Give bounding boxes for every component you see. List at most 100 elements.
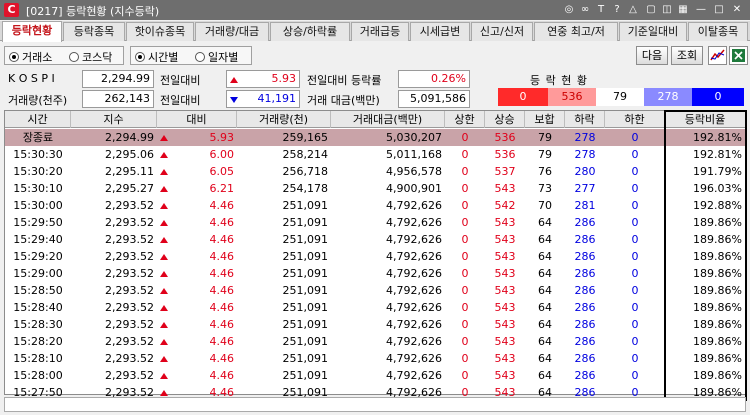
table-row[interactable]: 15:29:00 2,293.52 4.46 251,091 4,792,626 0 543… xyxy=(5,265,745,282)
cell-ratio: 192.81% xyxy=(693,131,742,144)
table-row[interactable]: 15:29:20 2,293.52 4.46 251,091 4,792,626 0 543… xyxy=(5,248,745,265)
cell-ratio: 189.86% xyxy=(693,369,742,382)
cell-volume: 251,091 xyxy=(282,369,329,382)
cell-flat: 64 xyxy=(538,233,552,246)
tab-deviation[interactable]: 이탈종목 xyxy=(688,22,748,41)
cell-time: 15:28:00 xyxy=(13,369,63,382)
header-fall[interactable]: 하락 xyxy=(565,111,605,128)
change-label-1: 전일대비 xyxy=(160,74,201,87)
cell-volume: 251,091 xyxy=(282,335,329,348)
table-row[interactable]: 15:30:30 2,295.06 6.00 258,214 5,011,168 0 536… xyxy=(5,146,745,163)
header-flat[interactable]: 보합 xyxy=(525,111,565,128)
pin-icon[interactable]: △ xyxy=(626,3,640,17)
cell-amount: 4,792,626 xyxy=(386,233,442,246)
header-ratio[interactable]: 등락비율 xyxy=(665,111,745,128)
maximize-icon[interactable]: □ xyxy=(712,3,726,17)
header-volume[interactable]: 거래량(천) xyxy=(237,111,331,128)
cell-time: 15:30:30 xyxy=(13,148,63,161)
tab-volume-surge[interactable]: 거래급등 xyxy=(351,22,409,41)
table-row[interactable]: 15:29:50 2,293.52 4.46 251,091 4,792,626 0 543… xyxy=(5,214,745,231)
cell-ratio: 189.86% xyxy=(693,267,742,280)
close-icon[interactable]: ✕ xyxy=(730,3,744,17)
dist-flat: 79 xyxy=(596,88,644,106)
cell-lower: 0 xyxy=(631,216,639,229)
header-rise[interactable]: 상승 xyxy=(485,111,525,128)
tab-status[interactable]: 등락현황 xyxy=(2,21,62,42)
table-row[interactable]: 15:28:30 2,293.52 4.46 251,091 4,792,626 0 543… xyxy=(5,316,745,333)
cell-ratio: 192.81% xyxy=(693,148,742,161)
cell-lower: 0 xyxy=(631,199,639,212)
cell-fall: 286 xyxy=(574,284,596,297)
cell-time: 15:30:10 xyxy=(13,182,63,195)
cell-fall: 278 xyxy=(574,148,596,161)
title-bar[interactable]: C [0217] 등락현황 (지수등락) ◎ ∞ T ? △ ▢ ◫ ▦ — □… xyxy=(0,0,750,20)
layout-icon[interactable]: ▦ xyxy=(676,3,690,17)
link-icon[interactable]: ∞ xyxy=(578,3,592,17)
excel-icon[interactable] xyxy=(729,46,748,65)
header-lower[interactable]: 하한 xyxy=(605,111,665,128)
header-change[interactable]: 대비 xyxy=(157,111,237,128)
cell-time: 15:28:20 xyxy=(13,335,63,348)
cell-rise: 536 xyxy=(494,148,516,161)
time-table[interactable]: 시간 지수 대비 거래량(천) 거래대금(백만) 상한 상승 보합 하락 하한 … xyxy=(4,110,746,399)
table-row[interactable]: 15:30:00 2,293.52 4.46 251,091 4,792,626 0 542… xyxy=(5,197,745,214)
tab-stocks[interactable]: 등락종목 xyxy=(63,22,125,41)
cell-flat: 64 xyxy=(538,352,552,365)
headset-icon[interactable]: ◎ xyxy=(562,3,576,17)
tab-hot-issue[interactable]: 핫이슈종목 xyxy=(126,22,194,41)
cell-upper: 0 xyxy=(461,250,469,263)
cell-fall: 281 xyxy=(574,199,596,212)
cell-upper: 0 xyxy=(461,267,469,280)
table-row[interactable]: 15:28:10 2,293.52 4.46 251,091 4,792,626 0 543… xyxy=(5,350,745,367)
table-row[interactable]: 15:28:40 2,293.52 4.46 251,091 4,792,626 0 543… xyxy=(5,299,745,316)
radio-dot-icon xyxy=(195,52,205,62)
cell-rise: 536 xyxy=(494,131,516,144)
cell-rise: 537 xyxy=(494,165,516,178)
cell-time: 장종료 xyxy=(22,131,54,144)
help-icon[interactable]: ? xyxy=(610,3,624,17)
radio-kosdaq[interactable]: 코스닥 xyxy=(69,49,112,65)
table-row[interactable]: 15:28:20 2,293.52 4.46 251,091 4,792,626 0 543… xyxy=(5,333,745,350)
table-row[interactable]: 장종료 2,294.99 5.93 259,165 5,030,207 0 536 79 278… xyxy=(5,129,745,146)
radio-exchange[interactable]: 거래소 xyxy=(9,49,52,65)
next-button[interactable]: 다음 xyxy=(636,46,668,65)
radio-by-date[interactable]: 일자별 xyxy=(195,49,238,65)
chart-icon[interactable] xyxy=(708,46,727,65)
radio-dot-icon xyxy=(135,52,145,62)
query-button[interactable]: 조회 xyxy=(671,46,703,65)
cell-lower: 0 xyxy=(631,335,639,348)
minimize-icon[interactable]: — xyxy=(694,3,708,17)
dist-rise: 536 xyxy=(548,88,596,106)
table-row[interactable]: 15:30:20 2,295.11 6.05 256,718 4,956,578 0 537… xyxy=(5,163,745,180)
cell-ratio: 189.86% xyxy=(693,216,742,229)
tag-icon[interactable]: T xyxy=(594,3,608,17)
table-row[interactable]: 15:28:00 2,293.52 4.46 251,091 4,792,626 0 543… xyxy=(5,367,745,384)
header-time[interactable]: 시간 xyxy=(5,111,71,128)
cell-change: 4.46 xyxy=(157,316,237,333)
cell-ratio: 191.79% xyxy=(693,165,742,178)
tab-price-change[interactable]: 시세급변 xyxy=(410,22,470,41)
cell-volume: 251,091 xyxy=(282,318,329,331)
cell-flat: 64 xyxy=(538,335,552,348)
split-icon[interactable]: ◫ xyxy=(660,3,674,17)
cell-volume: 251,091 xyxy=(282,301,329,314)
cell-index: 2,293.52 xyxy=(105,267,154,280)
header-upper[interactable]: 상한 xyxy=(445,111,485,128)
tab-base-date[interactable]: 기준일대비 xyxy=(619,22,687,41)
header-amount[interactable]: 거래대금(백만) xyxy=(331,111,445,128)
radio-by-time[interactable]: 시간별 xyxy=(135,49,178,65)
tab-annual-high-low[interactable]: 연중 최고/저 xyxy=(534,22,618,41)
transparency-icon[interactable]: ▢ xyxy=(644,3,658,17)
tab-rise-fall-rate[interactable]: 상승/하락률 xyxy=(270,22,350,41)
up-arrow-icon xyxy=(160,271,168,277)
header-index[interactable]: 지수 xyxy=(71,111,157,128)
tab-volume-amount[interactable]: 거래량/대금 xyxy=(195,22,269,41)
cell-amount: 4,792,626 xyxy=(386,199,442,212)
cell-flat: 64 xyxy=(538,267,552,280)
tab-new-high-low[interactable]: 신고/신저 xyxy=(471,22,533,41)
table-row[interactable]: 15:30:10 2,295.27 6.21 254,178 4,900,901 0 543… xyxy=(5,180,745,197)
table-row[interactable]: 15:28:50 2,293.52 4.46 251,091 4,792,626 0 543… xyxy=(5,282,745,299)
cell-upper: 0 xyxy=(461,318,469,331)
cell-fall: 286 xyxy=(574,369,596,382)
table-row[interactable]: 15:29:40 2,293.52 4.46 251,091 4,792,626 0 543… xyxy=(5,231,745,248)
